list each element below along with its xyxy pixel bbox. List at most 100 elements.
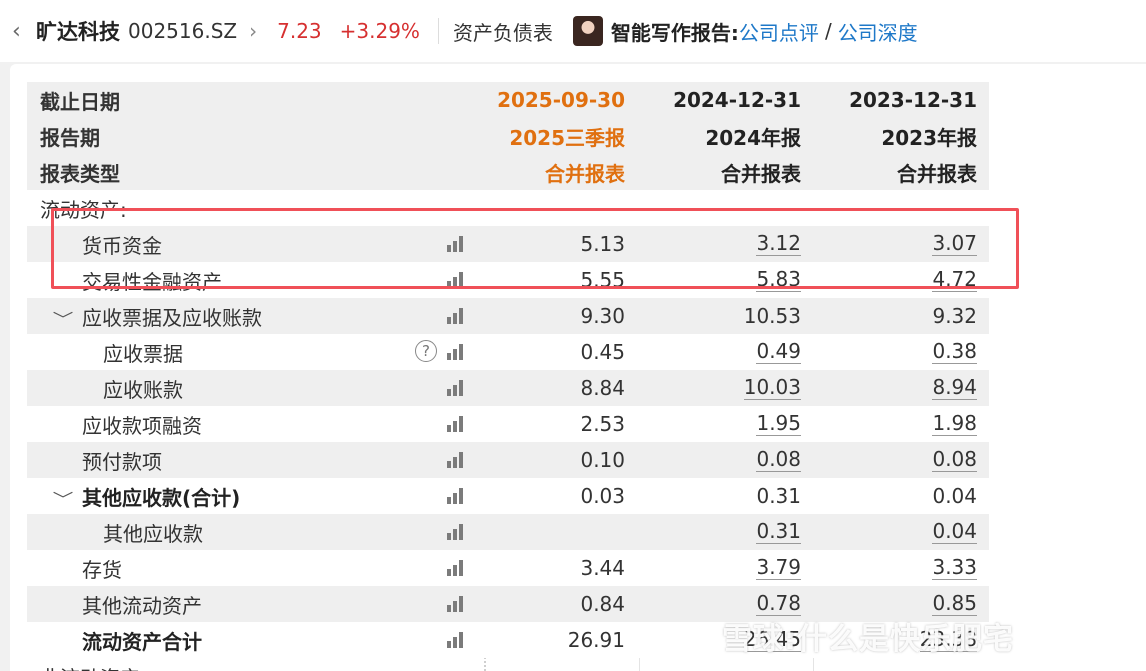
row-label: 货币资金 — [82, 233, 162, 258]
value-cell[interactable]: 0.31 — [756, 520, 801, 544]
value-cell[interactable]: 1.98 — [932, 412, 977, 436]
value-cell[interactable]: 0.04 — [932, 520, 977, 544]
value-cell[interactable]: 8.94 — [932, 376, 977, 400]
table-row: 交易性金融资产 5.55 5.83 4.72 — [27, 262, 989, 298]
stock-name[interactable]: 旷达科技 — [36, 16, 120, 46]
value-cell: 0.84 — [580, 592, 625, 616]
row-label: 其他流动资产 — [82, 593, 202, 618]
value-cell: 0.31 — [756, 484, 801, 508]
help-icon[interactable]: ? — [415, 340, 437, 362]
company-deep-dive-link[interactable]: 公司深度 — [838, 17, 918, 46]
value-cell: 9.30 — [580, 304, 625, 328]
value-cell[interactable]: 3.07 — [932, 232, 977, 256]
header-row-date: 截止日期 2025-09-30 2024-12-31 2023-12-31 — [27, 82, 989, 118]
table-row: 应收账款 8.84 10.03 8.94 — [27, 370, 989, 406]
watermark: 雪球:什么是快乐肥宅 — [722, 622, 1014, 657]
bar-chart-icon[interactable] — [447, 236, 467, 252]
value-cell — [484, 514, 639, 550]
value-cell[interactable]: 0.08 — [932, 448, 977, 472]
value-cell: 9.32 — [932, 304, 977, 328]
table-row: 预付款项 0.10 0.08 0.08 — [27, 442, 989, 478]
value-cell: 5.13 — [580, 232, 625, 256]
value-cell[interactable]: 4.72 — [932, 268, 977, 292]
chevron-right-icon[interactable]: › — [249, 19, 257, 43]
period-cell: 合并报表 — [545, 161, 625, 186]
bar-chart-icon[interactable] — [447, 632, 467, 648]
period-cell[interactable]: 2023-12-31 — [813, 82, 989, 118]
stock-code: 002516.SZ — [128, 19, 238, 43]
table-row: 应收票据 ? 0.45 0.49 0.38 — [27, 334, 989, 370]
header-row-type: 报表类型 合并报表 合并报表 合并报表 — [27, 154, 989, 190]
chevron-left-icon[interactable]: ‹ — [12, 19, 36, 44]
bar-chart-icon[interactable] — [447, 380, 467, 396]
value-cell[interactable]: 1.95 — [756, 412, 801, 436]
value-cell[interactable]: 3.33 — [932, 556, 977, 580]
table-row: ﹀ 其他应收款(合计) 0.03 0.31 0.04 — [27, 478, 989, 514]
section-label: 非流动资产: — [40, 662, 147, 671]
value-cell[interactable]: 0.38 — [932, 340, 977, 364]
value-cell[interactable]: 3.79 — [756, 556, 801, 580]
stock-price: 7.23 — [277, 19, 322, 43]
row-label: 应收账款 — [103, 377, 183, 402]
table-row: 其他应收款 0.31 0.04 — [27, 514, 989, 550]
row-label: 交易性金融资产 — [82, 269, 222, 294]
row-label: 报表类型 — [40, 161, 120, 186]
row-label[interactable]: 其他应收款(合计) — [82, 482, 240, 511]
section-row: 流动资产: — [27, 190, 989, 226]
value-cell[interactable]: 0.08 — [756, 448, 801, 472]
value-cell: 3.44 — [580, 556, 625, 580]
link-separator: / — [824, 19, 832, 43]
period-cell[interactable]: 2024-12-31 — [639, 82, 813, 118]
value-cell: 0.10 — [580, 448, 625, 472]
value-cell[interactable]: 0.49 — [756, 340, 801, 364]
row-label: 流动资产合计 — [82, 629, 202, 654]
bar-chart-icon[interactable] — [447, 272, 467, 288]
row-label: 应收票据 — [103, 341, 183, 366]
table-row: 存货 3.44 3.79 3.33 — [27, 550, 989, 586]
period-cell: 2023年报 — [881, 125, 977, 150]
bar-chart-icon[interactable] — [447, 560, 467, 576]
value-cell: 0.45 — [580, 340, 625, 364]
period-cell: 合并报表 — [897, 161, 977, 186]
row-label: 其他应收款 — [103, 521, 203, 546]
bar-chart-icon[interactable] — [447, 308, 467, 324]
bar-chart-icon[interactable] — [447, 344, 467, 360]
avatar — [572, 16, 603, 46]
balance-sheet-tab[interactable]: 资产负债表 — [453, 17, 553, 46]
row-label: 预付款项 — [82, 449, 162, 474]
value-cell: 5.55 — [580, 268, 625, 292]
section-label: 流动资产: — [40, 197, 127, 222]
row-label: 截止日期 — [40, 89, 120, 114]
bar-chart-icon[interactable] — [447, 488, 467, 504]
value-cell[interactable]: 10.03 — [743, 376, 801, 400]
table-row: 货币资金 5.13 3.12 3.07 — [27, 226, 989, 262]
value-cell: 26.91 — [567, 628, 625, 652]
value-cell: 2.53 — [580, 412, 625, 436]
value-cell: 8.84 — [580, 376, 625, 400]
value-cell[interactable]: 5.83 — [756, 268, 801, 292]
stock-header-bar: ‹ 旷达科技 002516.SZ › 7.23 +3.29% 资产负债表 智能写… — [0, 0, 1146, 62]
bar-chart-icon[interactable] — [447, 452, 467, 468]
period-cell: 2024年报 — [705, 125, 801, 150]
bar-chart-icon[interactable] — [447, 524, 467, 540]
bar-chart-icon[interactable] — [447, 596, 467, 612]
bar-chart-icon[interactable] — [447, 416, 467, 432]
row-label: 存货 — [82, 557, 122, 582]
period-cell[interactable]: 2025-09-30 — [484, 82, 639, 118]
row-label[interactable]: 应收票据及应收账款 — [82, 302, 262, 331]
value-cell[interactable]: 0.85 — [932, 592, 977, 616]
balance-sheet-table: 截止日期 2025-09-30 2024-12-31 2023-12-31 报告… — [27, 82, 989, 658]
chevron-down-icon[interactable]: ﹀ — [53, 306, 74, 330]
value-cell: 10.53 — [743, 304, 801, 328]
ai-report-label: 智能写作报告: — [610, 20, 739, 45]
chevron-down-icon[interactable]: ﹀ — [53, 486, 74, 510]
row-label: 应收款项融资 — [82, 413, 202, 438]
header-row-period: 报告期 2025三季报 2024年报 2023年报 — [27, 118, 989, 154]
price-change-percent: +3.29% — [339, 19, 420, 43]
value-cell[interactable]: 0.78 — [756, 592, 801, 616]
value-cell: 0.04 — [932, 484, 977, 508]
table-row: ﹀ 应收票据及应收账款 9.30 10.53 9.32 — [27, 298, 989, 334]
value-cell[interactable]: 3.12 — [756, 232, 801, 256]
company-review-link[interactable]: 公司点评 — [739, 17, 819, 46]
divider — [437, 18, 439, 44]
